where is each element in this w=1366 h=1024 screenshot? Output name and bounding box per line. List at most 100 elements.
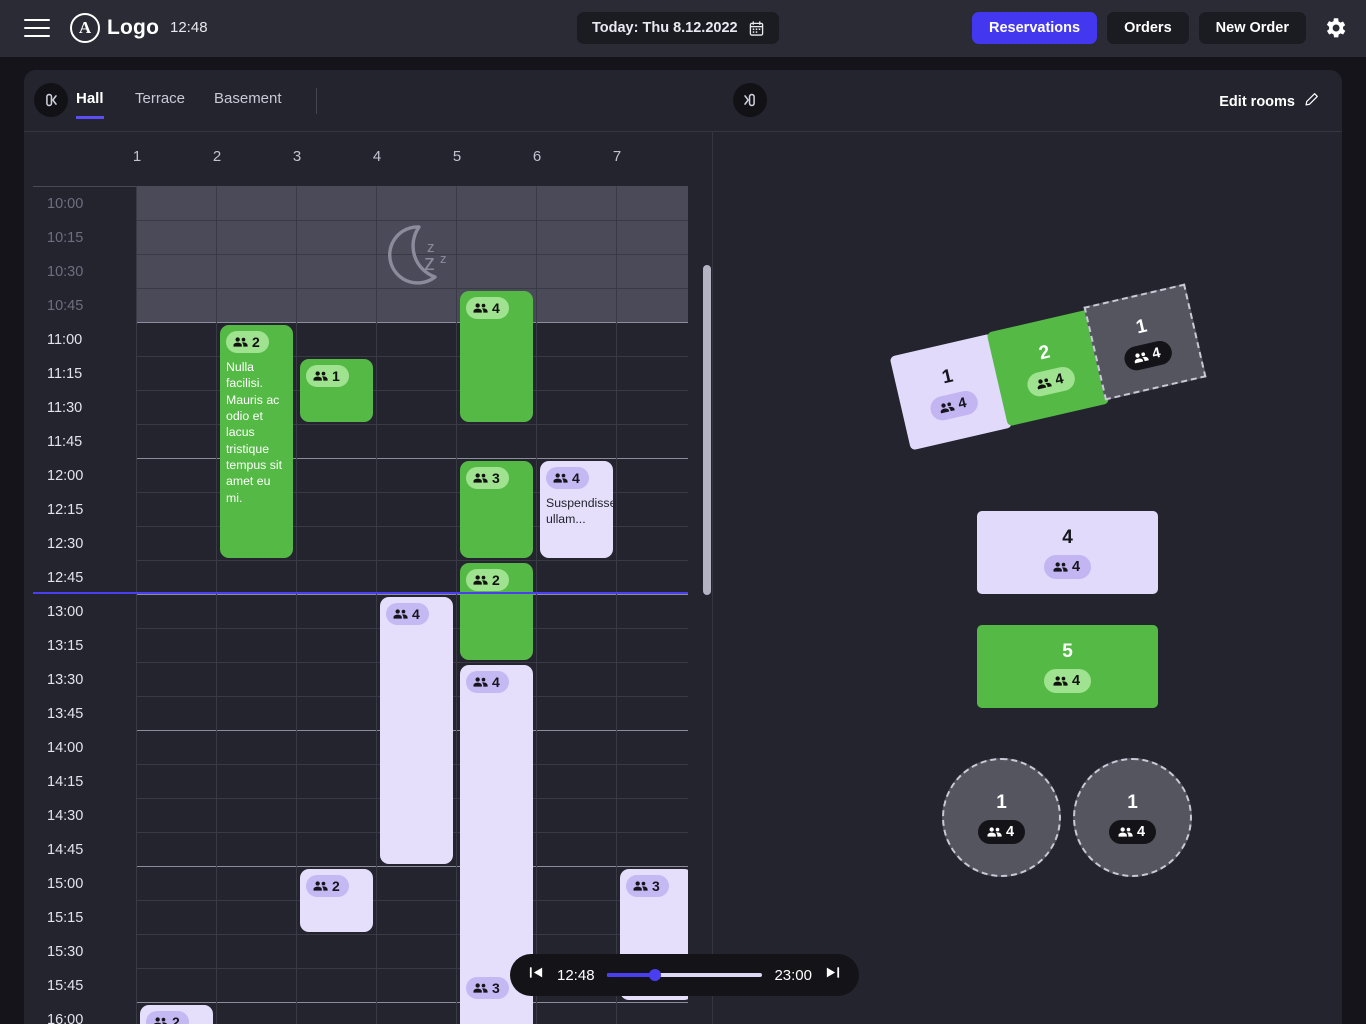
time-playback-bar[interactable]: 12:48 23:00: [510, 954, 859, 996]
timeline-cell[interactable]: [137, 867, 217, 901]
timeline-cell[interactable]: [297, 595, 377, 629]
timeline-cell[interactable]: [297, 493, 377, 527]
timeline-cell[interactable]: [137, 391, 217, 425]
timeline-cell[interactable]: [377, 493, 457, 527]
timeline-cell[interactable]: [137, 663, 217, 697]
timeline-cell[interactable]: [217, 595, 297, 629]
timeline-cell[interactable]: [377, 221, 457, 255]
timeline-cell[interactable]: [537, 765, 617, 799]
timeline-cell[interactable]: [537, 255, 617, 289]
reservation-block[interactable]: 1: [300, 359, 373, 422]
timeline-cell[interactable]: [537, 221, 617, 255]
timeline-scrollbar-track[interactable]: [703, 252, 711, 902]
timeline-cell[interactable]: [617, 833, 688, 867]
reservation-block[interactable]: 2: [300, 869, 373, 932]
timeline-cell[interactable]: [537, 1003, 617, 1024]
timeline-cell[interactable]: [217, 697, 297, 731]
timeline-cell[interactable]: [617, 765, 688, 799]
timeline-cell[interactable]: [377, 289, 457, 323]
timeline-cell[interactable]: [297, 629, 377, 663]
timeline-cell[interactable]: [137, 935, 217, 969]
timeline-cell[interactable]: [297, 833, 377, 867]
reservation-block[interactable]: 4: [460, 291, 533, 422]
timeline-cell[interactable]: [297, 731, 377, 765]
time-slider[interactable]: [607, 973, 763, 977]
timeline-cell[interactable]: [617, 799, 688, 833]
timeline-cell[interactable]: [297, 1003, 377, 1024]
timeline-cell[interactable]: [217, 969, 297, 1003]
timeline-cell[interactable]: [137, 493, 217, 527]
floorplan-table[interactable]: 14: [942, 758, 1061, 877]
timeline-cell[interactable]: [617, 391, 688, 425]
timeline-cell[interactable]: [297, 221, 377, 255]
timeline-cell[interactable]: [377, 391, 457, 425]
timeline-cell[interactable]: [137, 697, 217, 731]
table-column-header-2[interactable]: 2: [177, 148, 257, 165]
timeline-cell[interactable]: [297, 323, 377, 357]
timeline-cell[interactable]: [377, 1003, 457, 1024]
timeline-cell[interactable]: [137, 561, 217, 595]
floorplan-table[interactable]: 54: [977, 625, 1158, 708]
date-selector[interactable]: Today: Thu 8.12.2022: [577, 12, 779, 44]
timeline-cell[interactable]: [137, 527, 217, 561]
timeline-cell[interactable]: [137, 459, 217, 493]
timeline-cell[interactable]: [457, 425, 537, 459]
timeline-cell[interactable]: [617, 255, 688, 289]
floorplan-canvas[interactable]: 14241444541414: [713, 132, 1342, 1024]
timeline-cell[interactable]: [537, 289, 617, 323]
timeline-grid-viewport[interactable]: 10:0010:1510:3010:4511:0011:1511:3011:45…: [33, 186, 688, 1024]
timeline-cell[interactable]: [457, 187, 537, 221]
timeline-cell[interactable]: [217, 867, 297, 901]
timeline-cell[interactable]: [617, 1003, 688, 1024]
timeline-cell[interactable]: [137, 731, 217, 765]
timeline-cell[interactable]: [217, 187, 297, 221]
timeline-cell[interactable]: [457, 221, 537, 255]
tab-hall[interactable]: Hall: [76, 90, 104, 119]
reservation-block[interactable]: 4: [380, 597, 453, 864]
timeline-cell[interactable]: [217, 629, 297, 663]
timeline-cell[interactable]: [217, 935, 297, 969]
floorplan-table[interactable]: 14: [1073, 758, 1192, 877]
timeline-cell[interactable]: [137, 221, 217, 255]
timeline-cell[interactable]: [217, 833, 297, 867]
hamburger-menu-icon[interactable]: [24, 15, 50, 41]
timeline-cell[interactable]: [537, 357, 617, 391]
reservation-block[interactable]: 4: [460, 665, 533, 1000]
skip-end-icon[interactable]: [824, 964, 841, 986]
timeline-cell[interactable]: [617, 697, 688, 731]
reservation-block[interactable]: 2Nulla facilisi. Mauris ac odio et lacus…: [220, 325, 293, 558]
timeline-cell[interactable]: [137, 323, 217, 357]
timeline-cell[interactable]: [217, 1003, 297, 1024]
table-column-header-3[interactable]: 3: [257, 148, 337, 165]
timeline-cell[interactable]: [617, 561, 688, 595]
timeline-cell[interactable]: [137, 969, 217, 1003]
timeline-cell[interactable]: [377, 561, 457, 595]
reservations-button[interactable]: Reservations: [972, 12, 1097, 44]
timeline-cell[interactable]: [297, 289, 377, 323]
timeline-cell[interactable]: [617, 187, 688, 221]
timeline-cell[interactable]: [537, 425, 617, 459]
timeline-cell[interactable]: [297, 187, 377, 221]
edit-rooms-button[interactable]: Edit rooms: [1219, 92, 1319, 111]
timeline-cell[interactable]: [137, 187, 217, 221]
timeline-cell[interactable]: [617, 221, 688, 255]
timeline-cell[interactable]: [217, 765, 297, 799]
tab-terrace[interactable]: Terrace: [135, 90, 185, 116]
timeline-cell[interactable]: [537, 663, 617, 697]
reservation-block[interactable]: 4Suspendisse ullam...: [540, 461, 613, 558]
timeline-cell[interactable]: [377, 901, 457, 935]
timeline-cell[interactable]: [617, 731, 688, 765]
timeline-cell[interactable]: [377, 187, 457, 221]
timeline-cell[interactable]: [137, 255, 217, 289]
timeline-cell[interactable]: [297, 425, 377, 459]
floorplan-table[interactable]: 44: [977, 511, 1158, 594]
timeline-cell[interactable]: [617, 629, 688, 663]
gear-icon[interactable]: [1322, 15, 1348, 41]
timeline-cell[interactable]: [217, 255, 297, 289]
collapse-right-icon[interactable]: [733, 83, 767, 117]
timeline-cell[interactable]: [137, 901, 217, 935]
timeline-cell[interactable]: [137, 289, 217, 323]
timeline-cell[interactable]: [537, 901, 617, 935]
time-slider-knob[interactable]: [649, 969, 661, 981]
timeline-cell[interactable]: [537, 391, 617, 425]
